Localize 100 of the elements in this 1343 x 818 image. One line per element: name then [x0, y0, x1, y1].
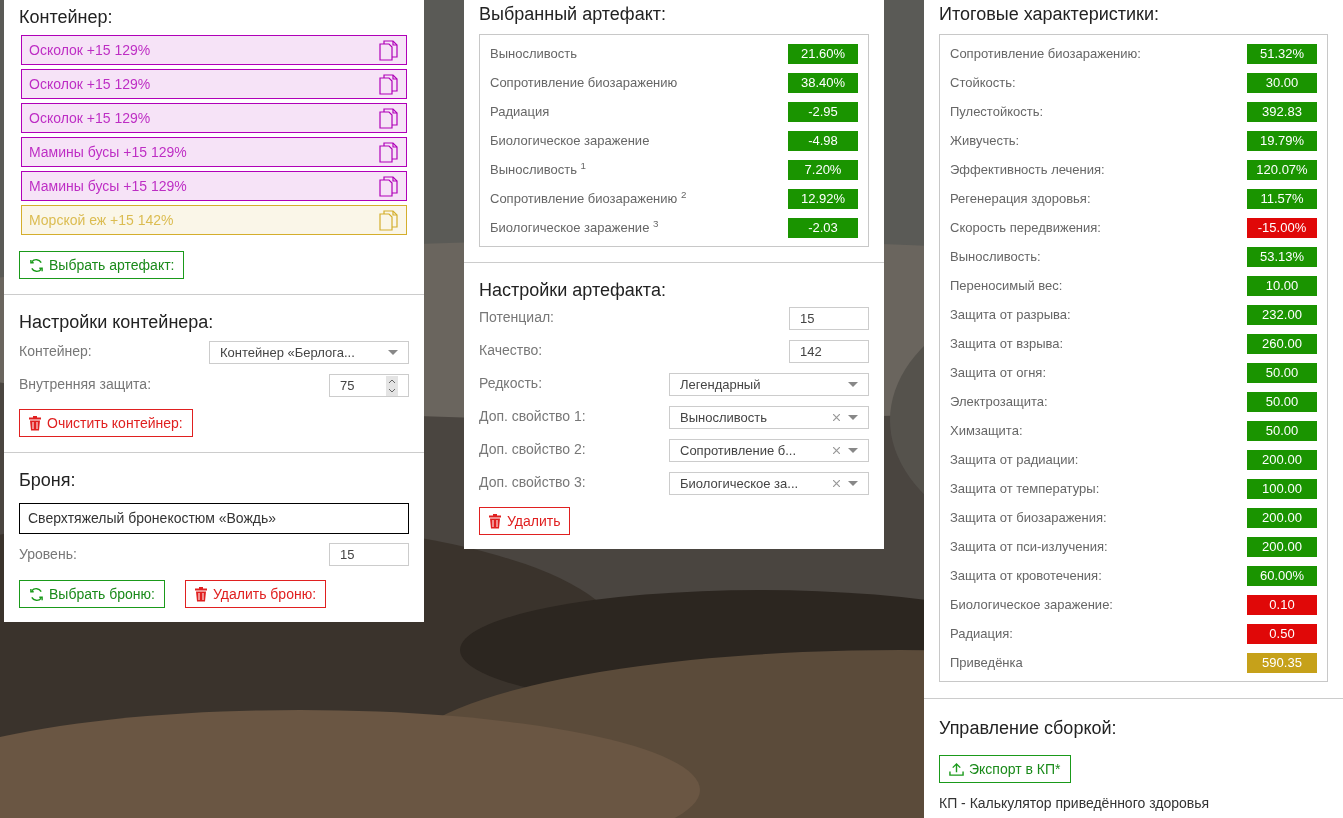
- stat-label: Биологическое заражение:: [950, 595, 1113, 614]
- delete-button[interactable]: Удалить броню:: [185, 580, 327, 608]
- stat-label: Регенерация здоровья:: [950, 189, 1091, 208]
- stat-label: Химзащита:: [950, 421, 1023, 440]
- stat-value: 100.00: [1247, 478, 1317, 499]
- section-title: Управление сборкой:: [939, 717, 1118, 740]
- number-field[interactable]: 75: [329, 374, 409, 397]
- stat-value: 50.00: [1247, 420, 1317, 441]
- stat-label: Выносливость $^{1}$: [490, 159, 587, 179]
- stat-label: Эффективность лечения:: [950, 160, 1105, 179]
- refresh-icon: [29, 257, 44, 273]
- stat-label: Защита от биозаражения:: [950, 508, 1107, 527]
- stat-label: Защита от температуры:: [950, 479, 1100, 498]
- select-field[interactable]: Биологическое за...: [669, 472, 869, 495]
- stat-label: Защита от взрыва:: [950, 334, 1064, 353]
- section-title: Настройки артефакта:: [479, 279, 667, 302]
- trash-icon: [195, 586, 207, 602]
- number-field[interactable]: 142: [789, 340, 869, 363]
- stat-value: 590.35: [1247, 652, 1317, 673]
- stat-label: Переносимый вес:: [950, 276, 1063, 295]
- stat-value: 11.57%: [1247, 188, 1317, 209]
- caret-icon: [848, 381, 858, 388]
- stat-label: Стойкость:: [950, 73, 1016, 92]
- section-title: Выбранный артефакт:: [479, 3, 667, 26]
- copy-icon[interactable]: [379, 141, 398, 163]
- stat-value: -2.95: [788, 101, 858, 122]
- clear-icon[interactable]: [833, 447, 840, 454]
- trash-icon: [29, 415, 41, 431]
- caret-icon: [848, 447, 858, 454]
- armor-name-field[interactable]: Сверхтяжелый бронекостюм «Вождь»: [19, 503, 409, 534]
- artifact-slot[interactable]: Мамины бусы +15 129%: [21, 171, 407, 201]
- artifact-slot[interactable]: Осколок +15 129%: [21, 103, 407, 133]
- clear-icon[interactable]: [833, 480, 840, 487]
- clear-icon[interactable]: [833, 414, 840, 421]
- stat-label: Пулестойкость:: [950, 102, 1044, 121]
- stat-value: 200.00: [1247, 507, 1317, 528]
- stat-label: Защита от пси-излучения:: [950, 537, 1108, 556]
- refresh-icon: [29, 586, 44, 602]
- pick-artifact-button[interactable]: Выбрать артефакт:: [19, 251, 185, 279]
- stat-label: Защита от разрыва:: [950, 305, 1071, 324]
- stat-value: -4.98: [788, 130, 858, 151]
- copy-icon[interactable]: [379, 73, 398, 95]
- copy-icon[interactable]: [379, 175, 398, 197]
- stat-label: Радиация: [490, 102, 550, 121]
- stat-label: Защита от кровотечения:: [950, 566, 1102, 585]
- select-field[interactable]: Выносливость: [669, 406, 869, 429]
- artifact-slot[interactable]: Мамины бусы +15 129%: [21, 137, 407, 167]
- stat-value: 50.00: [1247, 391, 1317, 412]
- field-label: Доп. свойство 1:: [479, 407, 586, 426]
- field-label: Доп. свойство 2:: [479, 440, 586, 459]
- select-field[interactable]: Контейнер «Берлога...: [209, 341, 409, 364]
- stat-value: 200.00: [1247, 449, 1317, 470]
- stat-value: 7.20%: [788, 159, 858, 180]
- stat-value: 260.00: [1247, 333, 1317, 354]
- field-label: Внутренняя защита:: [19, 375, 152, 394]
- stat-value: 50.00: [1247, 362, 1317, 383]
- caret-icon: [388, 349, 398, 356]
- stat-label: Защита от огня:: [950, 363, 1046, 382]
- export-button[interactable]: Экспорт в КП*: [939, 755, 1071, 783]
- stat-label: Радиация:: [950, 624, 1013, 643]
- stat-value: 60.00%: [1247, 565, 1317, 586]
- select-field[interactable]: Сопротивление б...: [669, 439, 869, 462]
- stat-value: 30.00: [1247, 72, 1317, 93]
- stat-value: 232.00: [1247, 304, 1317, 325]
- upload-icon: [949, 761, 964, 777]
- field-label: Контейнер:: [19, 342, 92, 361]
- artifact-slot[interactable]: Осколок +15 129%: [21, 35, 407, 65]
- delete-button[interactable]: Удалить: [479, 507, 571, 535]
- select-field[interactable]: Легендарный: [669, 373, 869, 396]
- field-label: Доп. свойство 3:: [479, 473, 586, 492]
- copy-icon[interactable]: [379, 39, 398, 61]
- stat-value: 0.10: [1247, 594, 1317, 615]
- delete-button[interactable]: Очистить контейнер:: [19, 409, 193, 437]
- stat-value: 10.00: [1247, 275, 1317, 296]
- caret-icon: [848, 480, 858, 487]
- field-label: Уровень:: [19, 545, 77, 564]
- copy-icon[interactable]: [379, 107, 398, 129]
- field-label: Редкость:: [479, 374, 543, 393]
- stat-label: Выносливость: [490, 44, 577, 63]
- field-label: Качество:: [479, 341, 543, 360]
- stat-value: 51.32%: [1247, 43, 1317, 64]
- stat-value: -2.03: [788, 217, 858, 238]
- stat-value: 12.92%: [788, 188, 858, 209]
- stat-value: 0.50: [1247, 623, 1317, 644]
- spinner-icon[interactable]: [386, 375, 398, 396]
- stat-value: 200.00: [1247, 536, 1317, 557]
- footnote-text: КП - Калькулятор приведённого здоровья: [939, 794, 1211, 813]
- field-label: Потенциал:: [479, 308, 554, 327]
- stat-label: Сопротивление биозаражению $^{2}$: [490, 188, 687, 208]
- number-field[interactable]: 15: [329, 543, 409, 566]
- stat-value: 19.79%: [1247, 130, 1317, 151]
- stat-value: -15.00%: [1247, 217, 1317, 238]
- stat-label: Защита от радиации:: [950, 450, 1079, 469]
- artifact-slot[interactable]: Осколок +15 129%: [21, 69, 407, 99]
- stat-value: 38.40%: [788, 72, 858, 93]
- number-field[interactable]: 15: [789, 307, 869, 330]
- section-title: Итоговые характеристики:: [939, 3, 1160, 26]
- stat-label: Приведёнка: [950, 653, 1023, 672]
- stat-label: Скорость передвижения:: [950, 218, 1101, 237]
- pick-armor-button[interactable]: Выбрать броню:: [19, 580, 165, 608]
